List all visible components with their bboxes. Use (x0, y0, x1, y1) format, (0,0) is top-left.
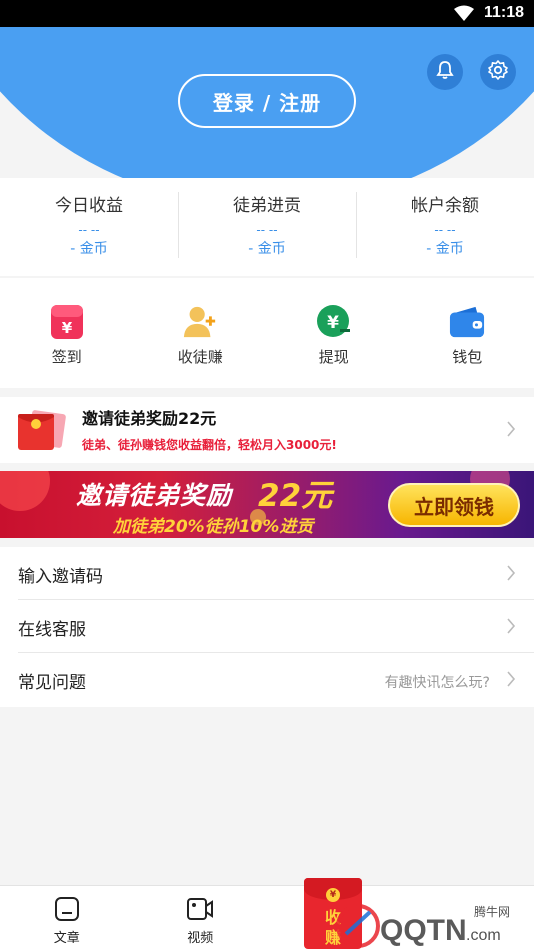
menu-item-label: 在线客服 (18, 620, 86, 640)
settings-button[interactable] (480, 54, 516, 90)
stat-account-balance[interactable]: 帐户余额 -- -- - 金币 (356, 178, 534, 276)
svg-text:.com: .com (466, 927, 501, 944)
stat-today-earnings[interactable]: 今日收益 -- -- - 金币 (0, 178, 178, 276)
wallet-icon (449, 304, 485, 340)
invite-reward-card[interactable]: 邀请徒弟奖励22元 徒弟、徒孙赚钱您收益翻倍，轻松月入3000元! (0, 397, 534, 463)
checkin-icon: ¥ (49, 304, 85, 340)
status-bar: 11:18 (0, 0, 534, 27)
quick-actions: ¥ 签到 收徒赚 ¥ 提现 钱包 (0, 278, 534, 388)
stat-value: -- -- (434, 223, 456, 237)
stat-label: 今日收益 (55, 196, 123, 216)
earnings-stats: 今日收益 -- -- - 金币 徒弟进贡 -- -- - 金币 帐户余额 -- … (0, 178, 534, 276)
menu-item-label: 常见问题 (18, 673, 86, 693)
banner-amount: 22元 (258, 478, 333, 514)
chevron-right-icon (506, 618, 516, 638)
article-icon (54, 897, 80, 926)
quick-action-checkin[interactable]: ¥ 签到 (0, 278, 134, 388)
login-register-button[interactable]: 登录 / 注册 (178, 74, 356, 128)
stat-value: -- -- (256, 223, 278, 237)
claim-money-button[interactable]: 立即领钱 (388, 483, 520, 527)
stat-apprentice-tribute[interactable]: 徒弟进贡 -- -- - 金币 (178, 178, 356, 276)
status-time: 11:18 (483, 4, 524, 21)
stat-value: -- -- (78, 223, 100, 237)
banner-subtitle: 加徒弟20%徒孙10%进贡 (113, 517, 314, 537)
svg-text:¥: ¥ (62, 319, 73, 337)
quick-action-label: 钱包 (452, 348, 483, 366)
stat-unit: - 金币 (426, 241, 464, 257)
svg-text:¥: ¥ (327, 313, 339, 333)
nav-tab-article[interactable]: 文章 (0, 886, 134, 949)
quick-action-label: 签到 (51, 348, 82, 366)
menu-item-hint: 有趣快讯怎么玩? (384, 675, 490, 691)
settings-menu: 输入邀请码 在线客服 常见问题 有趣快讯怎么玩? (0, 547, 534, 707)
video-icon (186, 898, 214, 926)
stat-unit: - 金币 (248, 241, 286, 257)
stat-unit: - 金币 (70, 241, 108, 257)
notification-button[interactable] (427, 54, 463, 90)
stat-label: 帐户余额 (411, 196, 479, 216)
quick-action-wallet[interactable]: 钱包 (401, 278, 534, 388)
nav-tab-label: 视频 (187, 931, 214, 946)
wifi-icon (454, 5, 474, 25)
chevron-right-icon (506, 565, 516, 585)
gear-icon (487, 59, 509, 85)
quick-action-withdraw[interactable]: ¥ 提现 (267, 278, 401, 388)
nav-tab-label: 文章 (53, 931, 80, 946)
banner-title: 邀请徒弟奖励 (76, 481, 233, 510)
withdraw-icon: ¥ (316, 304, 352, 340)
add-apprentice-icon (182, 304, 218, 340)
invite-subtitle: 徒弟、徒孙赚钱您收益翻倍，轻松月入3000元! (82, 438, 337, 452)
svg-text:腾牛网: 腾牛网 (474, 904, 510, 919)
quick-action-label: 收徒赚 (177, 348, 223, 366)
chevron-right-icon (506, 421, 516, 441)
red-envelope-icon (16, 408, 66, 456)
svg-text:QQTN: QQTN (380, 914, 467, 947)
stat-label: 徒弟进贡 (233, 196, 301, 216)
chevron-right-icon (506, 671, 516, 691)
menu-item-label: 输入邀请码 (18, 567, 103, 587)
bell-icon (435, 60, 455, 84)
menu-item-faq[interactable]: 常见问题 有趣快讯怎么玩? (18, 653, 534, 706)
invite-promo-banner[interactable]: 邀请徒弟奖励 22元 加徒弟20%徒孙10%进贡 立即领钱 (0, 471, 534, 538)
quick-action-label: 提现 (318, 348, 349, 366)
menu-item-customer-service[interactable]: 在线客服 (18, 600, 534, 653)
quick-action-recruit[interactable]: 收徒赚 (134, 278, 268, 388)
menu-item-invite-code[interactable]: 输入邀请码 (18, 547, 534, 600)
invite-title: 邀请徒弟奖励22元 (82, 409, 217, 428)
nav-tab-video[interactable]: 视频 (134, 886, 268, 949)
qqtn-watermark: QQTN .com 腾牛网 (330, 890, 530, 949)
